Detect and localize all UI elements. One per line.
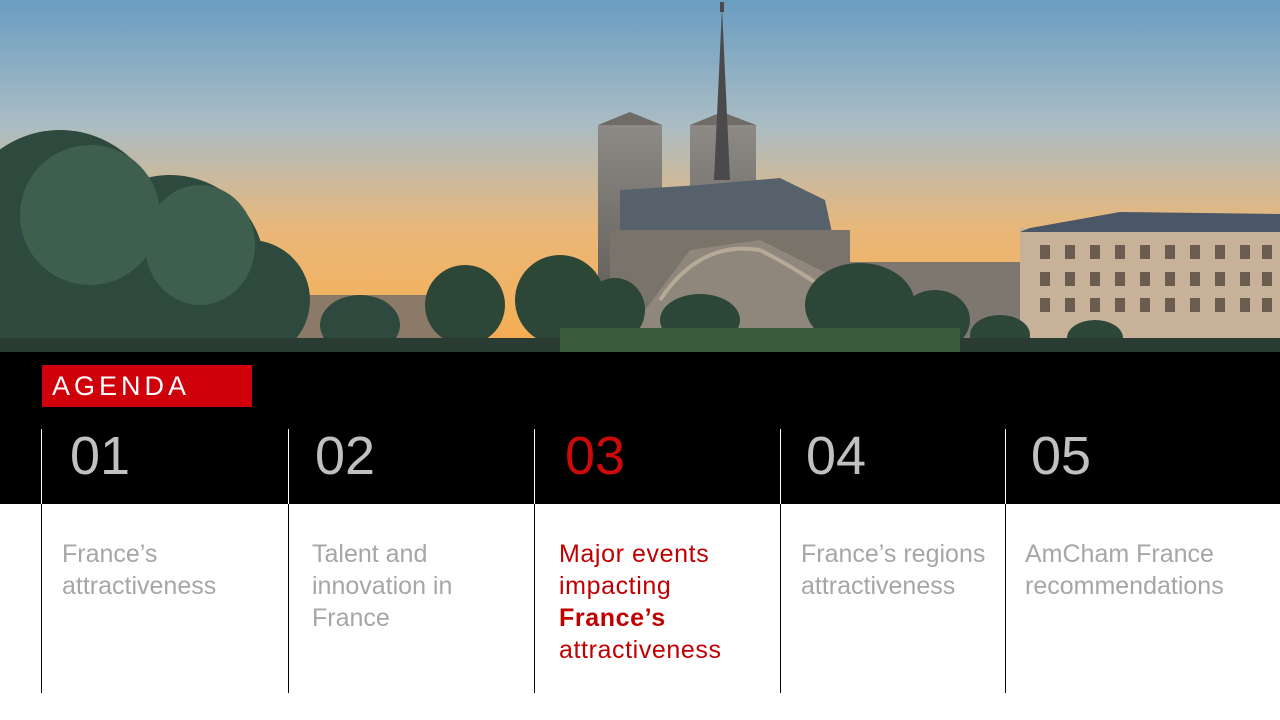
agenda-item-label-line: impacting bbox=[559, 572, 672, 600]
agenda-label: AGENDA bbox=[42, 365, 252, 407]
agenda-item-number: 04 bbox=[806, 426, 867, 486]
agenda-item-number: 02 bbox=[315, 426, 376, 486]
column-divider bbox=[288, 504, 289, 693]
agenda-item-number-active: 03 bbox=[565, 426, 626, 486]
column-divider bbox=[41, 504, 42, 693]
column-divider bbox=[780, 504, 781, 693]
agenda-item-label: France’s regions attractiveness bbox=[801, 540, 986, 600]
column-divider bbox=[534, 504, 535, 693]
agenda-item-label: Talent and innovation in France bbox=[312, 540, 453, 632]
agenda-item-number: 05 bbox=[1031, 426, 1092, 486]
agenda-item-label-active: Major events impacting France’s attracti… bbox=[559, 538, 774, 666]
agenda-item-number: 01 bbox=[70, 426, 131, 486]
agenda-item-label: AmCham France recommendations bbox=[1025, 540, 1224, 600]
hero-photo-notre-dame bbox=[0, 0, 1280, 352]
agenda-item-label-line: Major events bbox=[559, 540, 710, 568]
agenda-item-label-line: attractiveness bbox=[559, 636, 722, 664]
agenda-item-label: France’s attractiveness bbox=[62, 540, 217, 600]
agenda-title: AGENDA bbox=[52, 371, 191, 401]
column-divider bbox=[1005, 504, 1006, 693]
agenda-item-label-line-bold: France’s bbox=[559, 604, 666, 632]
